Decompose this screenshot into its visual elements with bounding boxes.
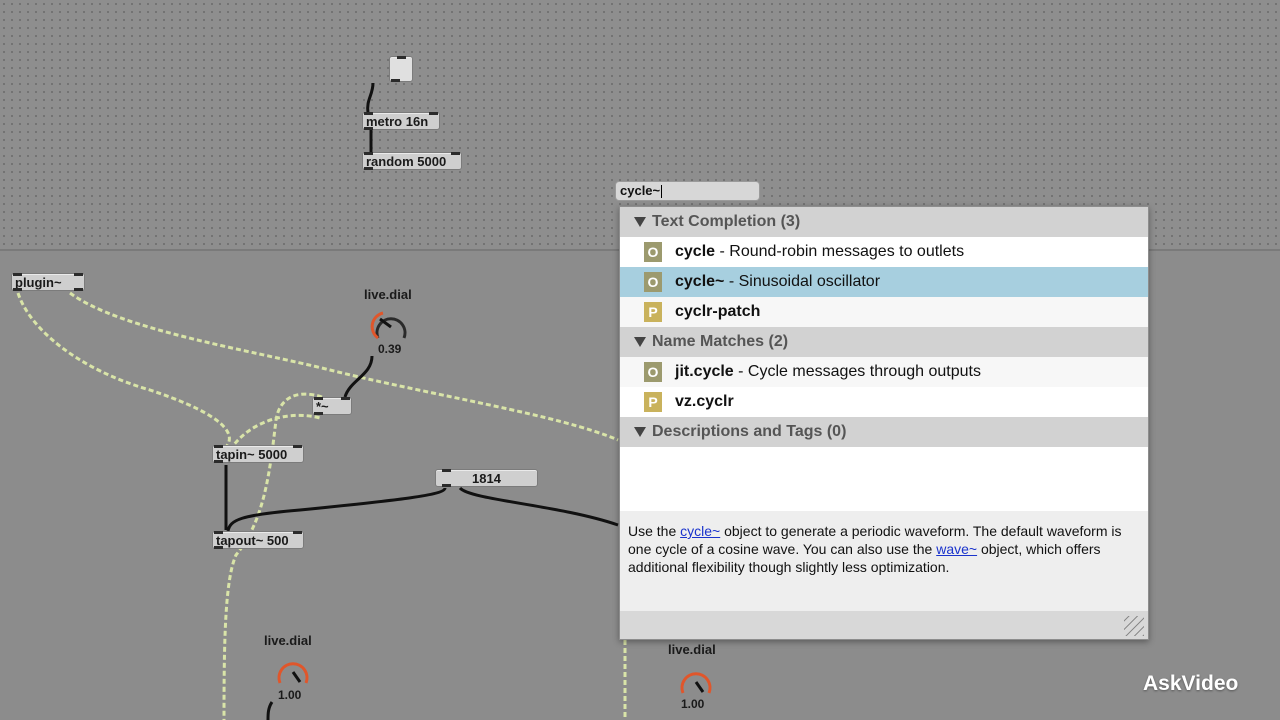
popup-footer: [620, 611, 1148, 639]
section-descriptions-tags[interactable]: Descriptions and Tags (0): [620, 417, 1148, 447]
completion-item-cyclr-patch[interactable]: P cyclr-patch: [620, 297, 1148, 327]
button-object[interactable]: [389, 56, 413, 82]
inlet[interactable]: [13, 273, 22, 276]
patch-cord: [226, 487, 447, 532]
new-object-text[interactable]: cycle~: [620, 183, 660, 198]
patch-cord: [366, 82, 375, 114]
outlet[interactable]: [442, 484, 451, 487]
metro-object[interactable]: metro 16n: [362, 112, 440, 130]
live-dial-knob[interactable]: [368, 305, 414, 343]
disclosure-triangle-icon[interactable]: [634, 216, 646, 227]
match-item-vz-cyclr[interactable]: P vz.cyclr: [620, 387, 1148, 417]
multiply-signal-object[interactable]: *~: [312, 397, 352, 415]
live-dial-knob[interactable]: [673, 660, 719, 698]
inlet[interactable]: [293, 445, 302, 448]
dial-label: live.dial: [668, 642, 716, 657]
random-object[interactable]: random 5000: [362, 152, 462, 170]
number-value: 1814: [472, 471, 501, 486]
object-badge-icon: O: [644, 242, 662, 262]
inlet[interactable]: [451, 152, 460, 155]
inlet[interactable]: [429, 112, 438, 115]
outlet[interactable]: [314, 412, 323, 415]
inlet[interactable]: [341, 397, 350, 400]
resize-grip-icon[interactable]: [1124, 616, 1144, 636]
signal-cord: [16, 292, 231, 448]
disclosure-triangle-icon[interactable]: [634, 336, 646, 347]
disclosure-triangle-icon[interactable]: [634, 426, 646, 437]
dial-value: 1.00: [681, 697, 705, 711]
wave-reference-link[interactable]: wave~: [936, 541, 977, 557]
dial-value: 1.00: [278, 688, 302, 702]
text-caret: [661, 185, 663, 199]
outlet[interactable]: [214, 460, 223, 463]
object-text: tapout~ 500: [216, 533, 289, 548]
inlet[interactable]: [397, 56, 406, 59]
new-object-box[interactable]: cycle~: [615, 181, 760, 201]
outlet[interactable]: [364, 167, 373, 170]
description-text: Use the cycle~ object to generate a peri…: [628, 523, 1122, 575]
inlet[interactable]: [314, 397, 323, 400]
dial-label: live.dial: [364, 287, 412, 302]
inlet[interactable]: [442, 469, 451, 472]
empty-results-area: [620, 447, 1148, 511]
tapin-object[interactable]: tapin~ 5000: [212, 445, 304, 463]
inlet[interactable]: [214, 445, 223, 448]
live-dial-knob[interactable]: [270, 650, 316, 688]
section-text-completion[interactable]: Text Completion (3): [620, 207, 1148, 237]
object-text: metro 16n: [366, 114, 429, 129]
patch-cord: [266, 701, 274, 720]
inlet[interactable]: [214, 531, 223, 534]
outlet[interactable]: [364, 127, 373, 130]
patch-cord: [343, 355, 374, 398]
object-badge-icon: O: [644, 362, 662, 382]
outlet[interactable]: [214, 546, 223, 549]
object-text: random 5000: [366, 154, 447, 169]
inlet[interactable]: [364, 112, 373, 115]
patcher-badge-icon: P: [644, 302, 662, 322]
object-text: tapin~ 5000: [216, 447, 288, 462]
completion-item-cycle[interactable]: O cycle - Round-robin messages to outlet…: [620, 237, 1148, 267]
number-box[interactable]: 1814: [435, 469, 538, 487]
section-name-matches[interactable]: Name Matches (2): [620, 327, 1148, 357]
inlet[interactable]: [293, 531, 302, 534]
askvideo-watermark: AskVideo: [1143, 672, 1239, 695]
match-item-jit-cycle[interactable]: O jit.cycle - Cycle messages through out…: [620, 357, 1148, 387]
patcher-badge-icon: P: [644, 392, 662, 412]
outlet[interactable]: [13, 288, 22, 291]
inlet[interactable]: [364, 152, 373, 155]
dial-label: live.dial: [264, 633, 312, 648]
outlet[interactable]: [74, 288, 83, 291]
outlet[interactable]: [391, 79, 400, 82]
completion-item-cycle-tilde[interactable]: O cycle~ - Sinusoidal oscillator: [620, 267, 1148, 297]
patch-cord: [458, 486, 619, 527]
tapout-object[interactable]: tapout~ 500: [212, 531, 304, 549]
inlet[interactable]: [74, 273, 83, 276]
signal-cord: [69, 291, 619, 442]
dial-value: 0.39: [378, 342, 402, 356]
plugin-object[interactable]: plugin~: [11, 273, 85, 291]
object-badge-icon: O: [644, 272, 662, 292]
cycle-reference-link[interactable]: cycle~: [680, 523, 720, 539]
autocomplete-popup[interactable]: Text Completion (3) O cycle - Round-robi…: [619, 206, 1149, 640]
